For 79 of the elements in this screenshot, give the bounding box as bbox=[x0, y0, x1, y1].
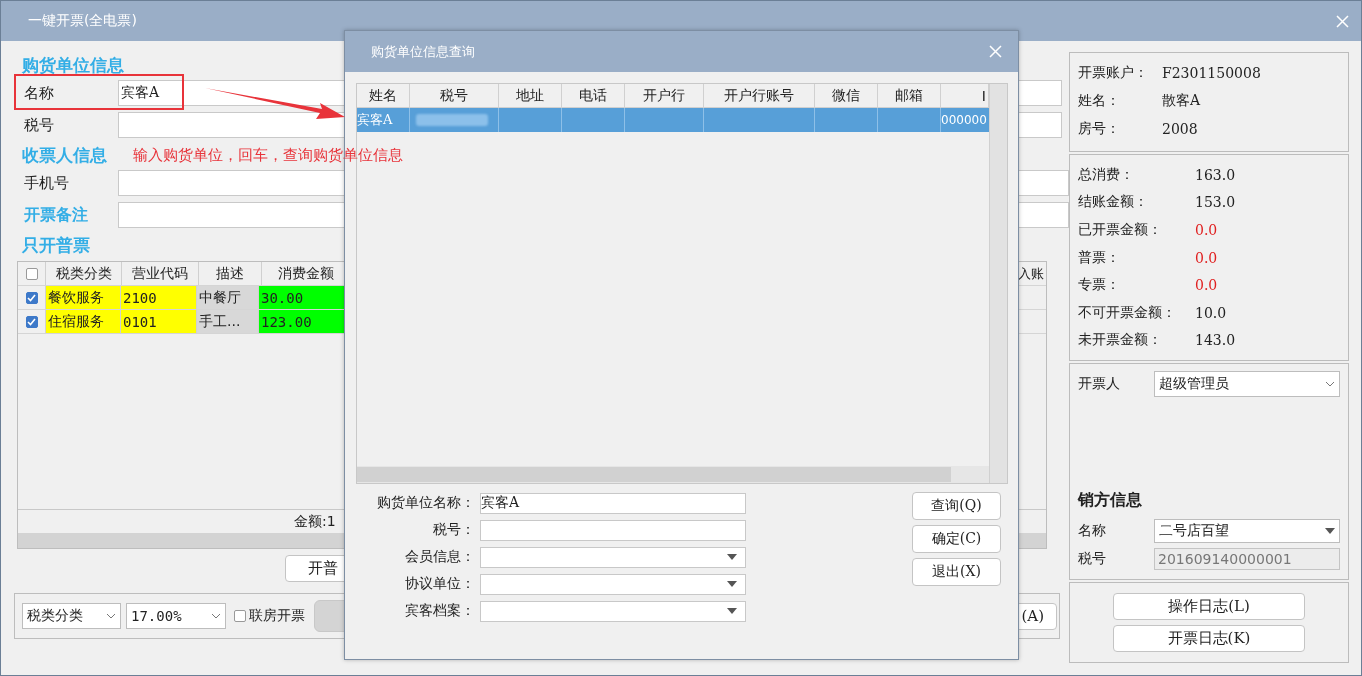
amount-value: 143.0 bbox=[1195, 332, 1236, 349]
chevron-down-icon bbox=[1325, 381, 1335, 387]
dialog-title: 购货单位信息查询 bbox=[371, 42, 475, 61]
dialog-button[interactable]: 退出(X) bbox=[912, 558, 1001, 586]
checkbox[interactable] bbox=[25, 267, 38, 280]
field-label: 名称 bbox=[23, 83, 55, 103]
table-cell: 2100 bbox=[121, 286, 197, 309]
info-label: 不可开票金额： bbox=[1078, 303, 1177, 322]
info-label: 专票： bbox=[1078, 276, 1121, 295]
joint-checkbox[interactable]: 联房开票 bbox=[234, 607, 305, 625]
scrollbar[interactable] bbox=[989, 84, 1007, 483]
text-field[interactable] bbox=[480, 519, 746, 541]
table-cell: 手工... bbox=[197, 310, 259, 333]
rate-select[interactable]: 17.00% bbox=[126, 603, 226, 629]
section-heading: 收票人信息 bbox=[22, 143, 107, 167]
field-label: 协议单位： bbox=[404, 575, 475, 593]
section-heading: 销方信息 bbox=[1078, 490, 1143, 511]
info-value: 散客A bbox=[1162, 92, 1201, 110]
info-label: 已开票金额： bbox=[1078, 220, 1163, 239]
info-label: 姓名： bbox=[1078, 92, 1121, 110]
checkbox[interactable] bbox=[25, 291, 38, 304]
log-button[interactable]: 操作日志(L) bbox=[1113, 593, 1305, 620]
field-label: 手机号 bbox=[23, 173, 70, 193]
close-icon[interactable] bbox=[989, 45, 1002, 58]
field-label: 购货单位名称： bbox=[376, 494, 475, 512]
total-amount-text: 金额:1 bbox=[294, 512, 336, 531]
table-cell: 餐饮服务 bbox=[46, 286, 121, 309]
amount-value: 153.0 bbox=[1195, 194, 1236, 211]
info-value: 2008 bbox=[1162, 121, 1198, 137]
table-cell: 0101 bbox=[121, 310, 197, 333]
field-label: 会员信息： bbox=[404, 548, 475, 566]
log-button[interactable]: 开票日志(K) bbox=[1113, 625, 1305, 652]
checkbox[interactable] bbox=[25, 315, 38, 328]
redaction-mark bbox=[416, 114, 488, 126]
chevron-down-icon bbox=[106, 613, 116, 619]
field-label: 开票备注 bbox=[23, 204, 89, 226]
amount-value: 10.0 bbox=[1195, 304, 1227, 321]
dropdown-field[interactable] bbox=[480, 573, 746, 595]
close-icon[interactable] bbox=[1336, 14, 1349, 28]
table-cell: 30.00 bbox=[259, 286, 347, 309]
field-label: 税号 bbox=[23, 115, 55, 135]
table-cell: 123.00 bbox=[259, 310, 347, 333]
dropdown-caret-icon bbox=[727, 554, 737, 560]
window-title: 一键开票(全电票) bbox=[28, 12, 137, 30]
amount-value: 0.0 bbox=[1195, 249, 1218, 266]
dropdown-caret-icon bbox=[1325, 528, 1335, 534]
field-label: 宾客档案： bbox=[404, 602, 475, 620]
info-label: 普票： bbox=[1078, 248, 1121, 267]
dropdown-caret-icon bbox=[727, 608, 737, 614]
dialog-button[interactable]: 确定(C) bbox=[912, 525, 1001, 553]
dropdown-caret-icon bbox=[727, 581, 737, 587]
text-field[interactable]: 宾客A bbox=[480, 492, 746, 514]
amount-value: 0.0 bbox=[1195, 277, 1218, 294]
issuer-select[interactable]: 超级管理员 bbox=[1154, 371, 1340, 397]
amount-value: 163.0 bbox=[1195, 166, 1236, 183]
info-label: 房号： bbox=[1078, 120, 1121, 138]
table-cell: 000000 bbox=[941, 113, 987, 127]
info-label: 未开票金额： bbox=[1078, 331, 1163, 350]
section-heading: 只开普票 bbox=[22, 233, 90, 257]
field-label: 名称 bbox=[1078, 522, 1107, 540]
info-label: 开票账户： bbox=[1078, 64, 1149, 82]
info-value: F2301150008 bbox=[1162, 65, 1261, 81]
scrollbar-thumb[interactable] bbox=[357, 467, 951, 482]
dropdown-field[interactable] bbox=[480, 600, 746, 622]
dropdown-field[interactable] bbox=[480, 546, 746, 568]
info-label: 结账金额： bbox=[1078, 193, 1149, 212]
amount-value: 0.0 bbox=[1195, 221, 1218, 238]
seller-select[interactable]: 二号店百望 bbox=[1154, 519, 1340, 543]
field-label: 税号 bbox=[1078, 550, 1107, 568]
dialog-button[interactable]: 查询(Q) bbox=[912, 492, 1001, 520]
field-label: 税号： bbox=[432, 521, 475, 539]
table-cell: 中餐厅 bbox=[197, 286, 259, 309]
section-heading: 购货单位信息 bbox=[22, 53, 124, 77]
info-label: 总消费： bbox=[1078, 165, 1135, 184]
table-cell: 住宿服务 bbox=[46, 310, 121, 333]
table-cell: 宾客A bbox=[357, 111, 393, 129]
field-label: 开票人 bbox=[1078, 375, 1121, 393]
category-select[interactable]: 税类分类 bbox=[22, 603, 121, 629]
chevron-down-icon bbox=[211, 613, 221, 619]
